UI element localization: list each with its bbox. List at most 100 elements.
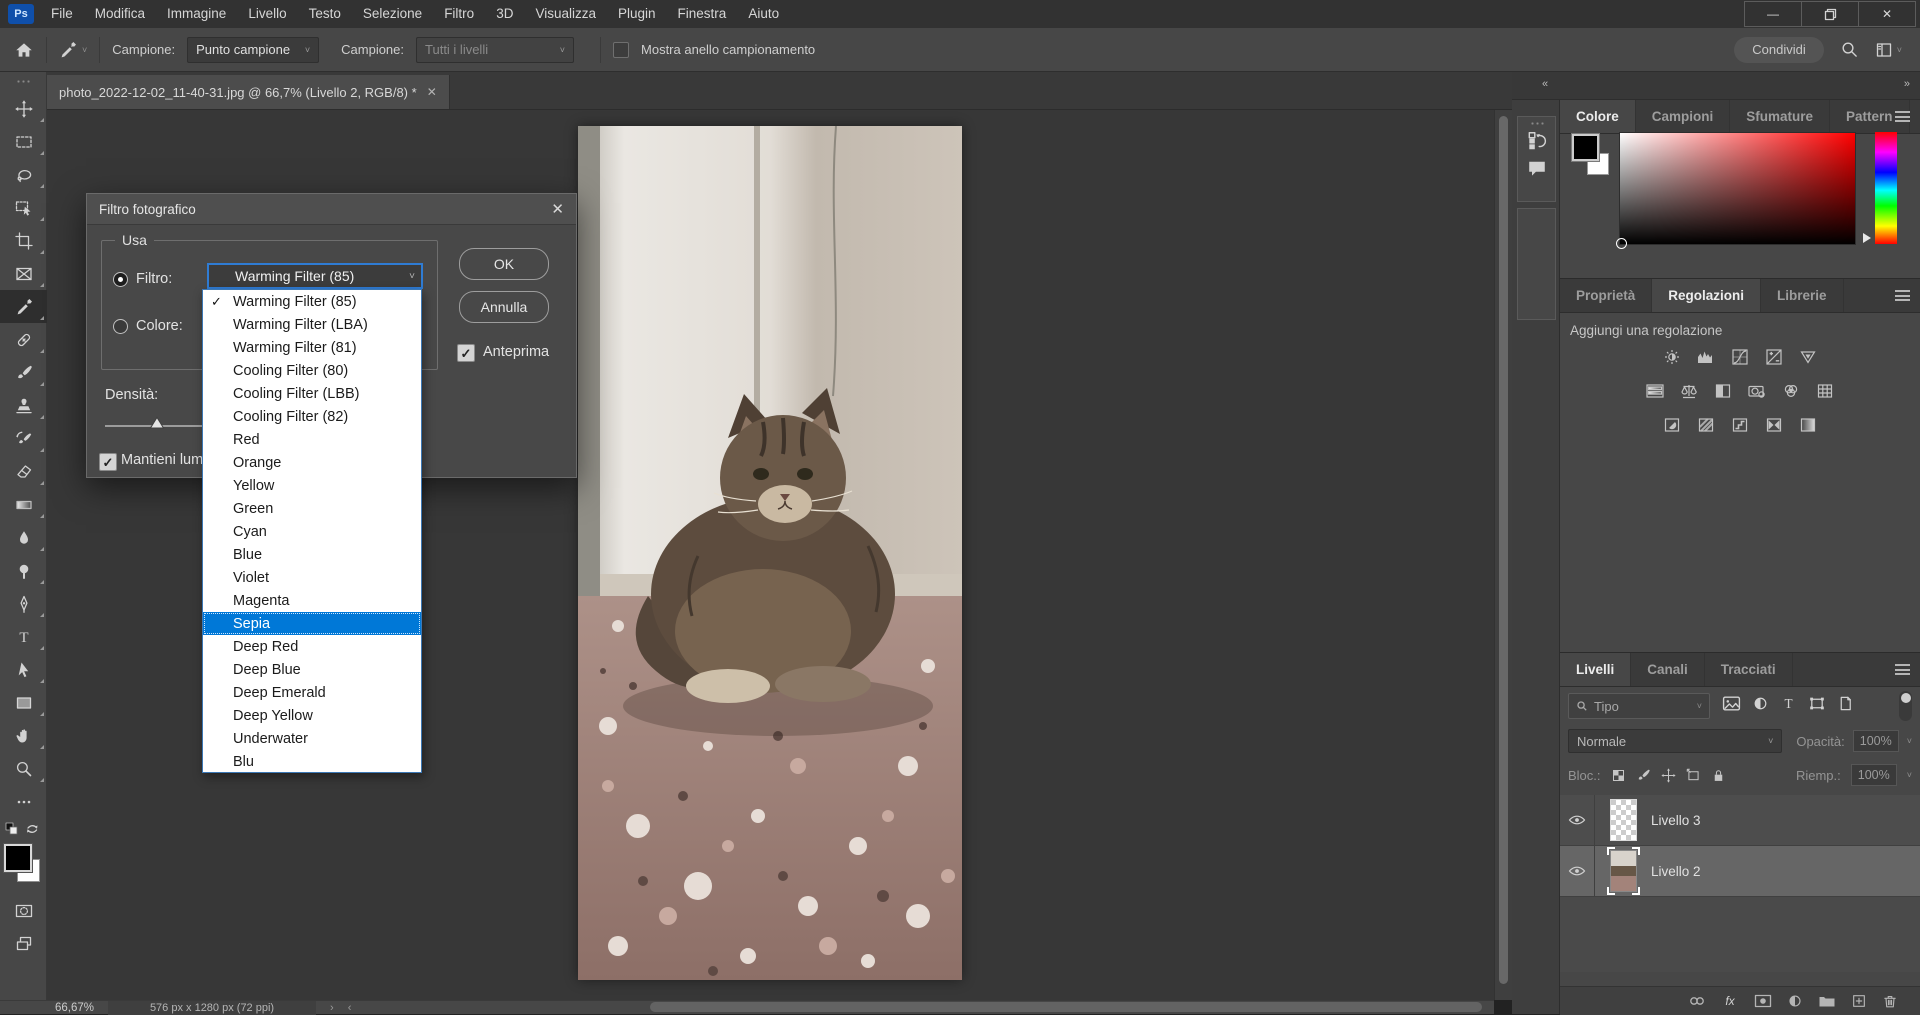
filter-option[interactable]: ✓ Deep Emerald	[203, 681, 421, 704]
restore-button[interactable]	[1801, 2, 1858, 26]
panel-tab[interactable]: Campioni	[1636, 100, 1731, 133]
sample-layers-dropdown[interactable]: Tutti i livelli˅	[416, 37, 574, 63]
pen-tool[interactable]	[0, 587, 47, 620]
blend-mode-dropdown[interactable]: Normale˅	[1568, 729, 1782, 753]
gradient-tool[interactable]	[0, 488, 47, 521]
panel-tab[interactable]: Librerie	[1761, 279, 1844, 312]
layer-filter-search[interactable]: Tipo˅	[1568, 693, 1710, 719]
filter-option[interactable]: ✓ Underwater	[203, 727, 421, 750]
filter-type-icon[interactable]: T	[1780, 695, 1797, 712]
preserve-luminosity-checkbox[interactable]: ✓	[99, 453, 117, 471]
document-tab[interactable]: photo_2022-12-02_11-40-31.jpg @ 66,7% (L…	[47, 75, 450, 109]
clone-stamp-tool[interactable]	[0, 389, 47, 422]
filter-option[interactable]: ✓ Cooling Filter (82)	[203, 405, 421, 428]
horizontal-scrollbar-thumb[interactable]	[650, 1002, 1482, 1012]
sample-dropdown[interactable]: Punto campione˅	[187, 37, 319, 63]
panel-tab[interactable]: Canali	[1631, 653, 1705, 686]
rectangle-tool[interactable]	[0, 686, 47, 719]
filter-option[interactable]: ✓ Warming Filter (85)	[203, 290, 421, 313]
adjustment-layer-icon[interactable]	[1787, 993, 1803, 1009]
dodge-tool[interactable]	[0, 554, 47, 587]
expand-panels-icon[interactable]: »	[1904, 78, 1910, 90]
spot-healing-tool[interactable]	[0, 323, 47, 356]
filter-image-icon[interactable]	[1722, 695, 1741, 712]
layer-visibility-toggle[interactable]	[1560, 846, 1595, 896]
layer-row[interactable]: Livello 2	[1560, 846, 1920, 897]
filter-option[interactable]: ✓ Deep Blue	[203, 658, 421, 681]
cancel-button[interactable]: Annulla	[459, 291, 549, 323]
panel-tab[interactable]: Regolazioni	[1652, 279, 1761, 312]
link-layers-icon[interactable]	[1688, 993, 1706, 1009]
menu-item[interactable]: Visualizza	[524, 0, 607, 28]
dialog-title-bar[interactable]: Filtro fotografico ✕	[87, 194, 576, 225]
filter-option[interactable]: ✓ Magenta	[203, 589, 421, 612]
panel-menu-icon[interactable]	[1895, 290, 1910, 301]
brush-tool[interactable]	[0, 356, 47, 389]
vertical-scrollbar[interactable]	[1494, 110, 1512, 1000]
eyedropper-tool[interactable]	[0, 290, 47, 323]
comments-panel-icon[interactable]	[1518, 160, 1555, 178]
workspace-icon[interactable]: ˅	[1875, 41, 1902, 59]
filter-option[interactable]: ✓ Orange	[203, 451, 421, 474]
menu-item[interactable]: Filtro	[433, 0, 485, 28]
fill-caret-icon[interactable]: ˅	[1907, 770, 1912, 780]
menu-item[interactable]: Selezione	[352, 0, 433, 28]
menu-item[interactable]: Modifica	[84, 0, 156, 28]
lock-all-icon[interactable]	[1711, 768, 1726, 783]
saturation-brightness-field[interactable]	[1619, 132, 1856, 245]
color-lookup-icon[interactable]	[1813, 381, 1838, 401]
photoshop-logo[interactable]: Ps	[8, 4, 34, 24]
minimize-button[interactable]: —	[1745, 2, 1801, 26]
panel-tab[interactable]: Sfumature	[1730, 100, 1830, 133]
filter-option[interactable]: ✓ Blue	[203, 543, 421, 566]
gradient-map-icon[interactable]	[1762, 415, 1787, 435]
filter-combobox[interactable]: Warming Filter (85)˅	[207, 263, 423, 289]
quick-mask-button[interactable]	[0, 894, 47, 927]
menu-item[interactable]: Testo	[298, 0, 352, 28]
menu-item[interactable]: File	[40, 0, 84, 28]
filter-option[interactable]: ✓ Deep Yellow	[203, 704, 421, 727]
menu-item[interactable]: Plugin	[607, 0, 667, 28]
preview-checkbox[interactable]: ✓	[457, 344, 475, 362]
filter-option[interactable]: ✓ Deep Red	[203, 635, 421, 658]
document-size-info[interactable]: 576 px x 1280 px (72 ppi)	[108, 1001, 316, 1015]
panel-menu-icon[interactable]	[1895, 664, 1910, 675]
toolbar-grip[interactable]	[16, 79, 30, 84]
lock-pixels-icon[interactable]	[1636, 768, 1651, 783]
crop-tool[interactable]	[0, 224, 47, 257]
layer-style-fx-icon[interactable]: fx	[1721, 993, 1739, 1009]
filter-option[interactable]: ✓ Warming Filter (LBA)	[203, 313, 421, 336]
type-tool[interactable]: T	[0, 620, 47, 653]
blur-tool[interactable]	[0, 521, 47, 554]
filter-shape-icon[interactable]	[1808, 695, 1826, 712]
lock-transparency-icon[interactable]	[1611, 768, 1626, 783]
layer-thumbnail[interactable]	[1610, 850, 1637, 892]
dialog-close-icon[interactable]: ✕	[551, 200, 564, 218]
default-swap-colors-icon[interactable]	[0, 818, 47, 840]
black-white-icon[interactable]	[1711, 381, 1736, 401]
vibrance-icon[interactable]	[1796, 347, 1821, 367]
path-selection-tool[interactable]	[0, 653, 47, 686]
hand-tool[interactable]	[0, 719, 47, 752]
panel-tab[interactable]: Colore	[1560, 100, 1636, 133]
filter-option[interactable]: ✓ Green	[203, 497, 421, 520]
panel-color-swatches[interactable]	[1572, 134, 1616, 178]
filter-smart-object-icon[interactable]	[1837, 695, 1854, 712]
foreground-color-swatch[interactable]	[4, 844, 32, 872]
frame-tool[interactable]	[0, 257, 47, 290]
fill-value[interactable]: 100%	[1851, 764, 1897, 786]
color-picker-ring[interactable]	[1616, 238, 1627, 249]
curves-icon[interactable]	[1728, 347, 1753, 367]
hue-slider-arrow[interactable]	[1863, 233, 1871, 243]
density-slider-thumb[interactable]	[149, 416, 165, 429]
opacity-caret-icon[interactable]: ˅	[1907, 736, 1912, 746]
color-radio[interactable]	[113, 319, 128, 334]
filter-option[interactable]: ✓ Blu	[203, 750, 421, 773]
share-button[interactable]: Condividi	[1734, 37, 1823, 63]
filter-option[interactable]: ✓ Warming Filter (81)	[203, 336, 421, 359]
zoom-tool[interactable]	[0, 752, 47, 785]
marquee-tool[interactable]	[0, 125, 47, 158]
eyedropper-tool-options-icon[interactable]: ˅	[59, 41, 87, 59]
menu-item[interactable]: Finestra	[667, 0, 738, 28]
levels-icon[interactable]	[1694, 347, 1719, 367]
